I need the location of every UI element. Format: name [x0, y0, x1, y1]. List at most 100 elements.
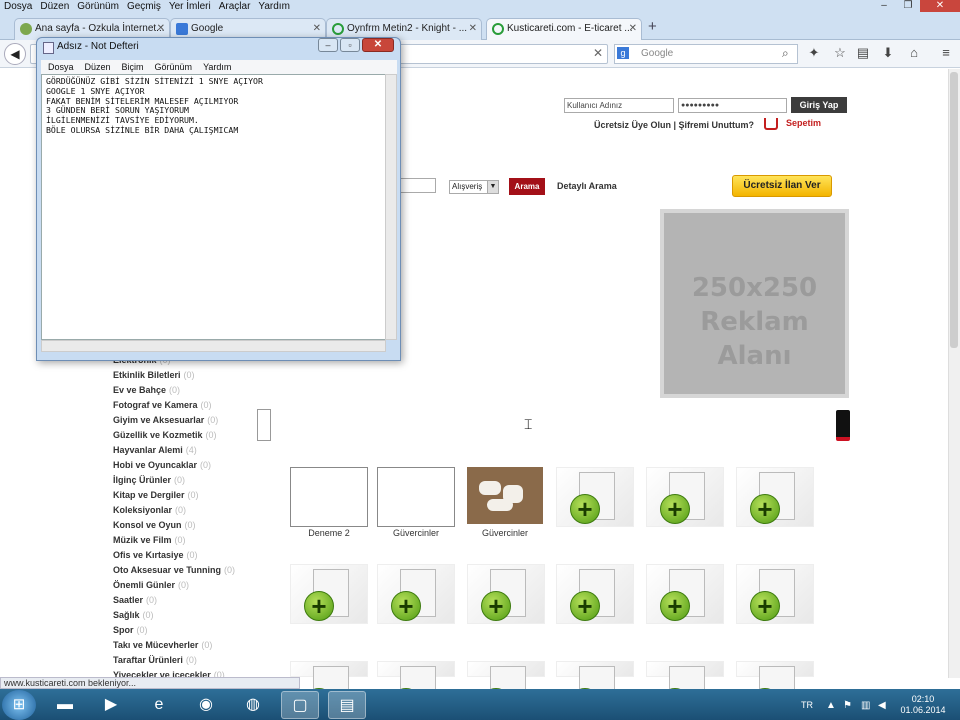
- category-label[interactable]: Oto Aksesuar ve Tunning: [113, 565, 221, 575]
- product-caption[interactable]: Güvercinler: [377, 528, 455, 538]
- search-type-select[interactable]: Alışveriş ▼: [449, 180, 499, 194]
- category-label[interactable]: Taraftar Ürünleri: [113, 655, 183, 665]
- notepad-menu-item[interactable]: Yardım: [203, 60, 231, 74]
- close-icon[interactable]: ✕: [920, 0, 960, 12]
- category-item[interactable]: Koleksiyonlar (0): [113, 503, 235, 518]
- bookmarks-icon[interactable]: ▤: [855, 45, 871, 61]
- product-thumb-guvercin[interactable]: [377, 467, 455, 527]
- phone-image[interactable]: [257, 409, 271, 441]
- notepad-menu-item[interactable]: Biçim: [122, 60, 144, 74]
- category-item[interactable]: Müzik ve Film (0): [113, 533, 235, 548]
- search-button[interactable]: Arama: [509, 178, 545, 195]
- product-placeholder[interactable]: +: [646, 467, 724, 527]
- category-label[interactable]: Müzik ve Film: [113, 535, 172, 545]
- volume-icon[interactable]: ◀: [878, 700, 886, 711]
- notepad-text-area[interactable]: GÖRDÜĞÜNÜZ GİBİ SİZİN SİTENİZİ 1 SNYE AÇ…: [41, 74, 386, 340]
- category-label[interactable]: Giyim ve Aksesuarlar: [113, 415, 204, 425]
- category-item[interactable]: Ofis ve Kırtasiye (0): [113, 548, 235, 563]
- tab-close-icon[interactable]: ✕: [629, 19, 637, 39]
- tab-kusticareti[interactable]: Kusticareti.com - E-ticaret ... ✕: [486, 18, 642, 40]
- menu-item[interactable]: Araçlar: [215, 0, 255, 14]
- ad-banner[interactable]: 250x250 Reklam Alanı: [660, 209, 849, 398]
- teamviewer-icon[interactable]: ▢: [281, 691, 319, 719]
- scrollbar-thumb[interactable]: [950, 72, 958, 348]
- category-label[interactable]: Koleksiyonlar: [113, 505, 172, 515]
- bookmark-star-icon[interactable]: ☆: [832, 45, 848, 61]
- category-label[interactable]: Ev ve Bahçe: [113, 385, 166, 395]
- product-caption[interactable]: Güvercinler: [466, 528, 544, 538]
- extension-icon[interactable]: ✦: [806, 45, 822, 61]
- google-icon[interactable]: g: [617, 47, 629, 59]
- notepad-menu-item[interactable]: Düzen: [85, 60, 111, 74]
- menu-item[interactable]: Yer İmleri: [165, 0, 215, 14]
- category-label[interactable]: Hobi ve Oyuncaklar: [113, 460, 197, 470]
- product-thumb-deneme[interactable]: [290, 467, 368, 527]
- product-placeholder[interactable]: +: [736, 661, 814, 718]
- menu-item[interactable]: Görünüm: [73, 0, 123, 14]
- category-label[interactable]: İlginç Ürünler: [113, 475, 171, 485]
- ie-icon[interactable]: e: [140, 691, 178, 719]
- register-links[interactable]: Ücretsiz Üye Olun | Şifremi Unuttum?: [594, 120, 754, 130]
- notepad-vertical-scrollbar[interactable]: [385, 74, 397, 340]
- product-placeholder[interactable]: +: [556, 564, 634, 624]
- cart-icon[interactable]: [764, 118, 778, 130]
- product-placeholder[interactable]: +: [377, 564, 455, 624]
- tab-close-icon[interactable]: ✕: [157, 19, 165, 39]
- free-listing-button[interactable]: Ücretsiz İlan Ver: [732, 175, 832, 197]
- tray-arrow-icon[interactable]: ▲: [826, 700, 836, 711]
- category-label[interactable]: Ofis ve Kırtasiye: [113, 550, 184, 560]
- clock[interactable]: 02:10 01.06.2014: [898, 694, 948, 716]
- category-item[interactable]: Ev ve Bahçe (0): [113, 383, 235, 398]
- category-label[interactable]: Spor: [113, 625, 134, 635]
- category-item[interactable]: Takı ve Mücevherler (0): [113, 638, 235, 653]
- notepad-task-icon[interactable]: ▤: [328, 691, 366, 719]
- media-player-icon[interactable]: ▶: [92, 691, 130, 719]
- restore-icon[interactable]: ▫: [340, 38, 360, 52]
- language-indicator[interactable]: TR: [801, 700, 813, 710]
- password-input[interactable]: ●●●●●●●●●: [678, 98, 787, 113]
- notepad-menu-item[interactable]: Görünüm: [155, 60, 193, 74]
- category-item[interactable]: Saatler (0): [113, 593, 235, 608]
- category-label[interactable]: Saatler: [113, 595, 143, 605]
- category-item[interactable]: Sağlık (0): [113, 608, 235, 623]
- menu-item[interactable]: Dosya: [0, 0, 36, 14]
- menu-item[interactable]: Düzen: [36, 0, 73, 14]
- login-button[interactable]: Giriş Yap: [791, 97, 847, 113]
- category-label[interactable]: Hayvanlar Alemi: [113, 445, 183, 455]
- menu-icon[interactable]: ≡: [938, 45, 954, 61]
- category-item[interactable]: Konsol ve Oyun (0): [113, 518, 235, 533]
- minimize-icon[interactable]: ‒: [872, 0, 896, 12]
- product-placeholder[interactable]: +: [736, 467, 814, 527]
- category-item[interactable]: İlginç Ürünler (0): [113, 473, 235, 488]
- network-icon[interactable]: ▥: [861, 700, 870, 711]
- tab-close-icon[interactable]: ✕: [313, 19, 321, 39]
- search-input[interactable]: Google: [614, 44, 798, 64]
- category-item[interactable]: Kitap ve Dergiler (0): [113, 488, 235, 503]
- category-item[interactable]: Spor (0): [113, 623, 235, 638]
- product-placeholder[interactable]: +: [646, 564, 724, 624]
- category-item[interactable]: Oto Aksesuar ve Tunning (0): [113, 563, 235, 578]
- product-photo-guvercin[interactable]: [467, 467, 543, 524]
- category-label[interactable]: Güzellik ve Kozmetik: [113, 430, 203, 440]
- category-label[interactable]: Konsol ve Oyun: [113, 520, 182, 530]
- firefox-icon[interactable]: ◍: [234, 691, 272, 719]
- category-item[interactable]: Hayvanlar Alemi (4): [113, 443, 235, 458]
- category-item[interactable]: Hobi ve Oyuncaklar (0): [113, 458, 235, 473]
- product-caption[interactable]: Deneme 2: [290, 528, 368, 538]
- category-label[interactable]: Sağlık: [113, 610, 140, 620]
- close-icon[interactable]: ✕: [362, 38, 394, 52]
- new-tab-icon[interactable]: +: [648, 18, 657, 35]
- product-placeholder[interactable]: +: [467, 564, 545, 624]
- category-label[interactable]: Takı ve Mücevherler: [113, 640, 198, 650]
- advanced-search-link[interactable]: Detaylı Arama: [557, 181, 617, 191]
- product-placeholder[interactable]: +: [556, 467, 634, 527]
- product-placeholder[interactable]: +: [556, 661, 634, 718]
- product-placeholder[interactable]: +: [377, 661, 455, 718]
- site-search-input[interactable]: [398, 178, 436, 193]
- explorer-icon[interactable]: ▬: [46, 691, 84, 719]
- menu-item[interactable]: Yardım: [254, 0, 294, 14]
- stop-icon[interactable]: ✕: [593, 46, 603, 60]
- notepad-horizontal-scrollbar[interactable]: [41, 340, 386, 352]
- minimize-icon[interactable]: ‒: [318, 38, 338, 52]
- search-icon[interactable]: ⌕: [782, 46, 789, 61]
